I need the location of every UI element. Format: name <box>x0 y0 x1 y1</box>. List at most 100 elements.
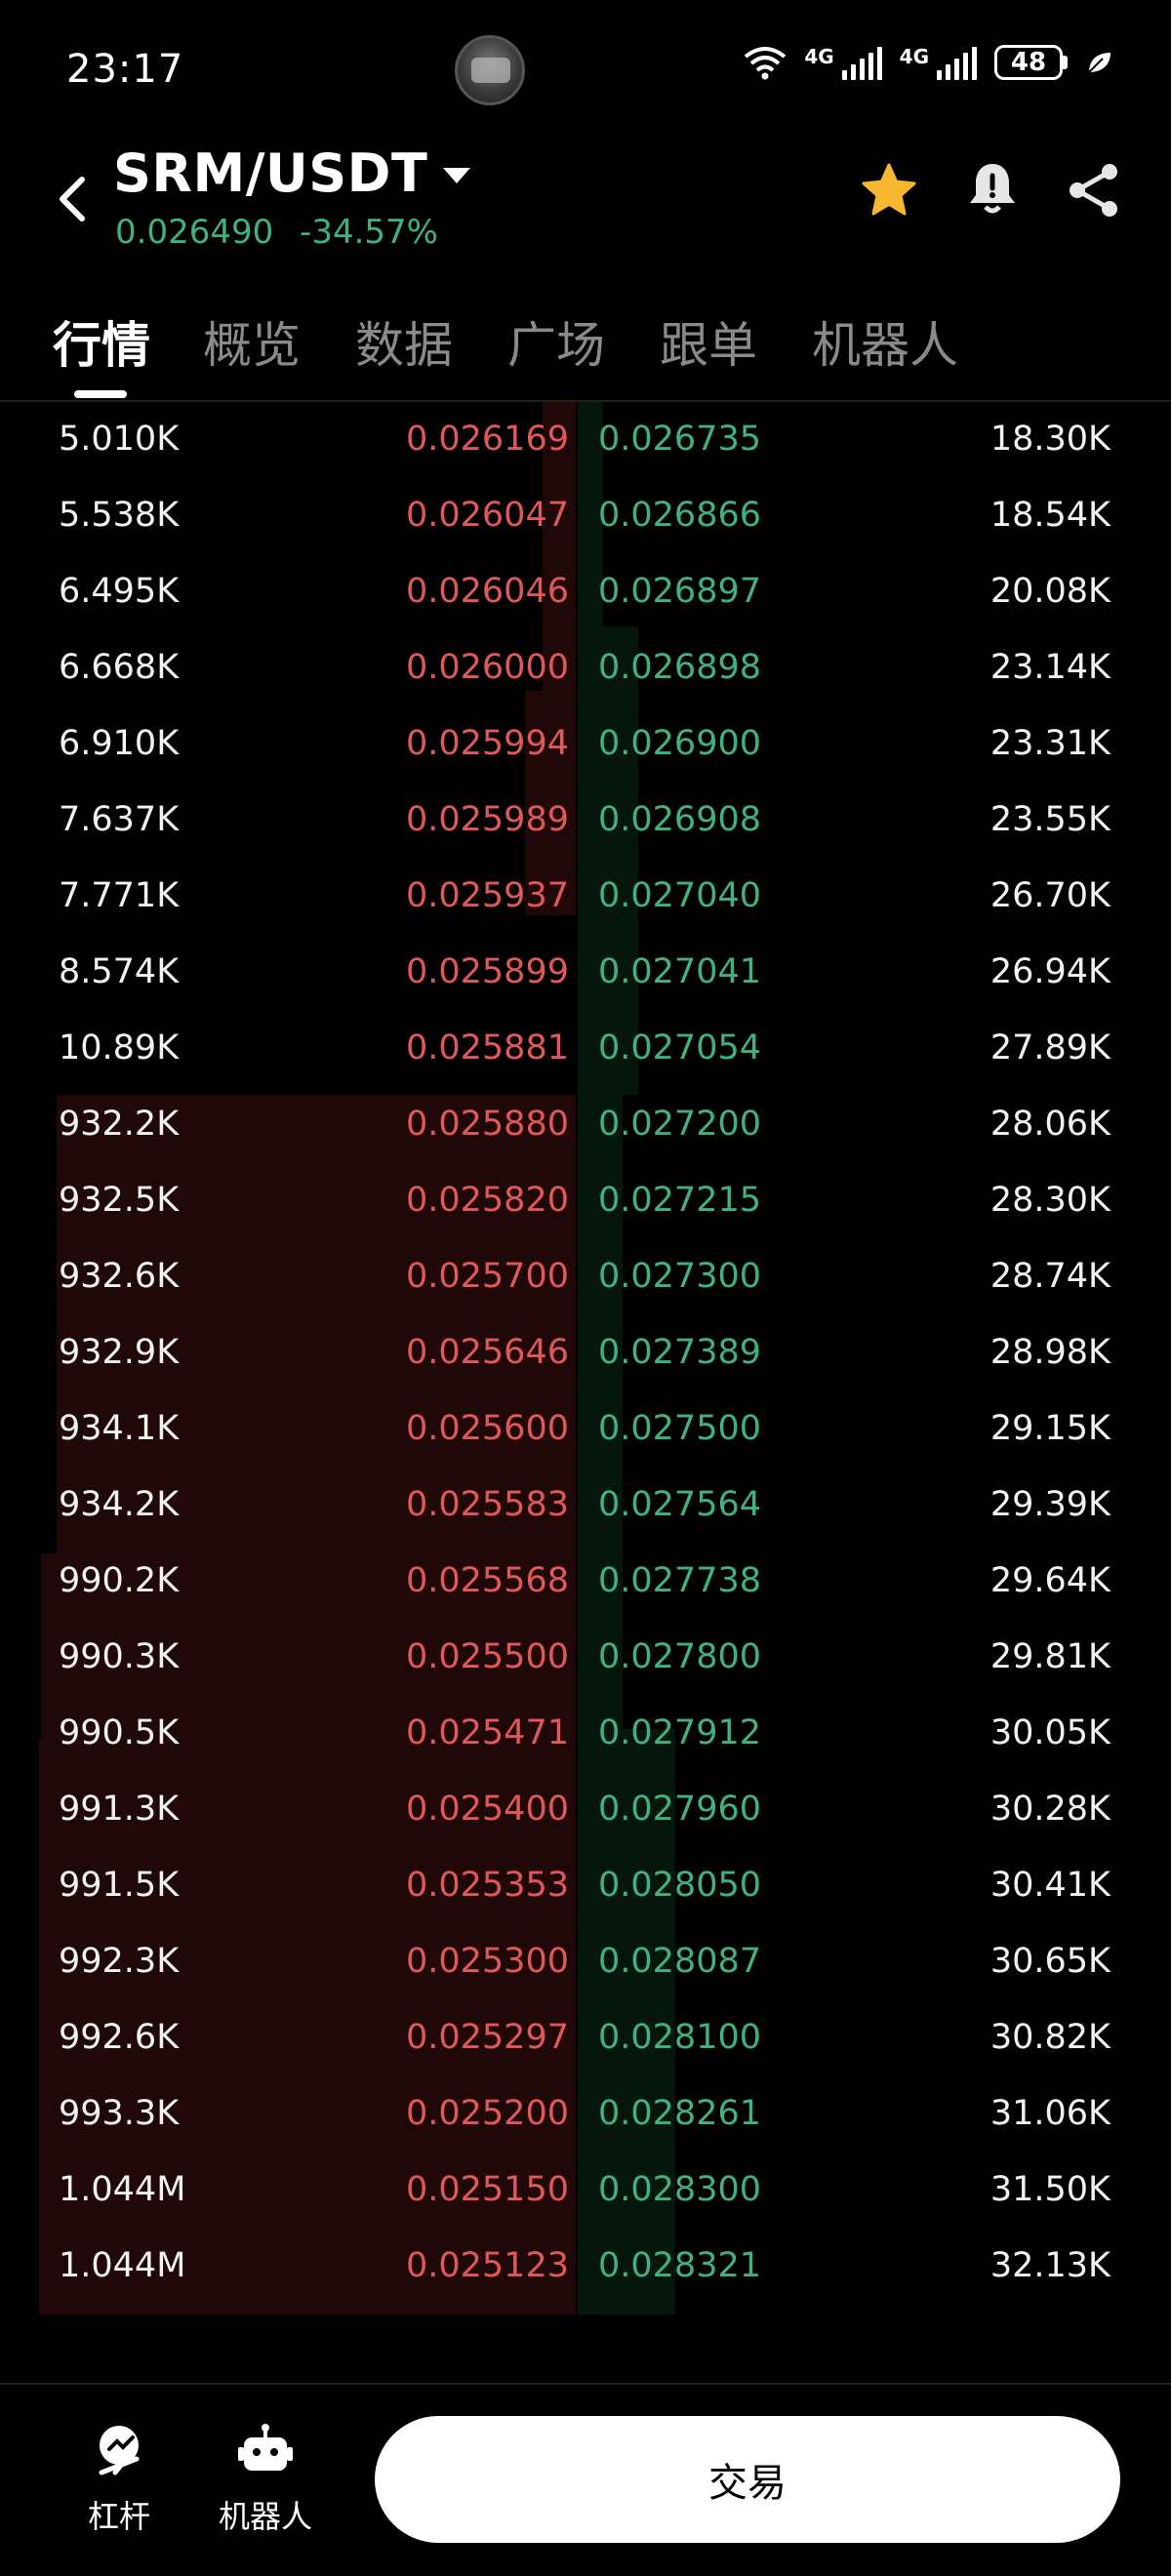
ask-quantity: 30.28K <box>989 1790 1110 1829</box>
bid-price: 0.025994 <box>405 724 569 763</box>
order-book-row[interactable]: 932.9K 0.025646 0.027389 28.98K <box>0 1315 1171 1391</box>
bid-quantity: 6.668K <box>59 648 180 687</box>
order-book-row[interactable]: 7.771K 0.025937 0.027040 26.70K <box>0 859 1171 935</box>
bid-quantity: 932.6K <box>59 1257 180 1296</box>
ask-price: 0.027300 <box>598 1257 762 1296</box>
share-icon[interactable] <box>1064 160 1124 221</box>
bid-quantity: 932.2K <box>59 1105 180 1144</box>
tab-market[interactable]: 行情 <box>53 306 150 377</box>
bid-price: 0.025700 <box>405 1257 569 1296</box>
ask-price: 0.026900 <box>598 724 762 763</box>
ask-quantity: 27.89K <box>989 1028 1110 1067</box>
ask-quantity: 29.15K <box>989 1409 1110 1448</box>
ask-quantity: 30.65K <box>989 1942 1110 1981</box>
bid-price: 0.025297 <box>405 2018 569 2057</box>
bid-price: 0.025646 <box>405 1333 569 1372</box>
ask-price: 0.027054 <box>598 1028 762 1067</box>
status-bar: 23:17 4G 4G 48 <box>0 0 1171 137</box>
back-arrow-icon[interactable] <box>53 172 92 226</box>
ask-price: 0.027389 <box>598 1333 762 1372</box>
order-book-row[interactable]: 932.2K 0.025880 0.027200 28.06K <box>0 1087 1171 1163</box>
price-alert-bell-icon[interactable] <box>962 158 1023 219</box>
ask-quantity: 31.50K <box>989 2170 1110 2209</box>
ask-quantity: 18.54K <box>989 496 1110 535</box>
floating-avatar-icon[interactable] <box>455 35 525 105</box>
bid-price: 0.025880 <box>405 1105 569 1144</box>
bid-quantity: 992.6K <box>59 2018 180 2057</box>
order-book-row[interactable]: 934.2K 0.025583 0.027564 29.39K <box>0 1468 1171 1544</box>
bot-button[interactable]: 机器人 <box>207 2420 324 2537</box>
ask-price: 0.028050 <box>598 1866 762 1905</box>
order-book-row[interactable]: 8.574K 0.025899 0.027041 26.94K <box>0 935 1171 1011</box>
order-book-row[interactable]: 993.3K 0.025200 0.028261 31.06K <box>0 2076 1171 2153</box>
ask-quantity: 29.39K <box>989 1485 1110 1524</box>
order-book-row[interactable]: 990.3K 0.025500 0.027800 29.81K <box>0 1620 1171 1696</box>
bid-price: 0.025937 <box>405 876 569 915</box>
order-book-row[interactable]: 932.5K 0.025820 0.027215 28.30K <box>0 1163 1171 1239</box>
order-book-row[interactable]: 990.2K 0.025568 0.027738 29.64K <box>0 1544 1171 1620</box>
signal-2-icon: 4G <box>900 45 977 80</box>
order-book-row[interactable]: 10.89K 0.025881 0.027054 27.89K <box>0 1011 1171 1087</box>
order-book-row[interactable]: 6.668K 0.026000 0.026898 23.14K <box>0 630 1171 706</box>
order-book-row[interactable]: 1.044M 0.025150 0.028300 31.50K <box>0 2153 1171 2229</box>
ask-price: 0.026897 <box>598 572 762 611</box>
order-book-row[interactable]: 990.5K 0.025471 0.027912 30.05K <box>0 1696 1171 1772</box>
tab-bots[interactable]: 机器人 <box>812 306 958 377</box>
ask-quantity: 28.30K <box>989 1181 1110 1220</box>
wifi-icon <box>745 47 787 80</box>
order-book-row[interactable]: 992.6K 0.025297 0.028100 30.82K <box>0 2000 1171 2076</box>
bid-price: 0.025583 <box>405 1485 569 1524</box>
ask-quantity: 26.94K <box>989 952 1110 991</box>
order-book-row[interactable]: 1.044M 0.025123 0.028321 32.13K <box>0 2229 1171 2305</box>
order-book-row[interactable]: 5.010K 0.026169 0.026735 18.30K <box>0 402 1171 478</box>
bid-price: 0.025500 <box>405 1637 569 1676</box>
tab-copy-trading[interactable]: 跟单 <box>660 306 757 377</box>
ask-price: 0.028261 <box>598 2094 762 2133</box>
bid-quantity: 934.1K <box>59 1409 180 1448</box>
order-book-row[interactable]: 6.495K 0.026046 0.026897 20.08K <box>0 554 1171 630</box>
order-book-row[interactable]: 6.910K 0.025994 0.026900 23.31K <box>0 706 1171 783</box>
bid-quantity: 990.3K <box>59 1637 180 1676</box>
tab-data[interactable]: 数据 <box>355 306 453 377</box>
bid-price: 0.025899 <box>405 952 569 991</box>
bid-price: 0.026047 <box>405 496 569 535</box>
leverage-button[interactable]: 杠杆 <box>61 2420 178 2537</box>
order-book-row[interactable]: 992.3K 0.025300 0.028087 30.65K <box>0 1924 1171 2000</box>
ask-price: 0.026908 <box>598 800 762 839</box>
battery-icon: 48 <box>994 45 1068 80</box>
ask-price: 0.026866 <box>598 496 762 535</box>
order-book-row[interactable]: 932.6K 0.025700 0.027300 28.74K <box>0 1239 1171 1315</box>
ask-quantity: 32.13K <box>989 2246 1110 2285</box>
ask-quantity: 23.55K <box>989 800 1110 839</box>
order-book-row[interactable]: 5.538K 0.026047 0.026866 18.54K <box>0 478 1171 554</box>
order-book-row[interactable]: 934.1K 0.025600 0.027500 29.15K <box>0 1391 1171 1468</box>
ask-price: 0.026735 <box>598 420 762 459</box>
ask-price: 0.027912 <box>598 1713 762 1752</box>
bid-price: 0.025353 <box>405 1866 569 1905</box>
tab-square[interactable]: 广场 <box>507 306 605 377</box>
bid-quantity: 10.89K <box>59 1028 180 1067</box>
ask-price: 0.027500 <box>598 1409 762 1448</box>
bot-label: 机器人 <box>218 2498 312 2535</box>
order-book-row[interactable]: 7.637K 0.025989 0.026908 23.55K <box>0 783 1171 859</box>
ask-price: 0.028100 <box>598 2018 762 2057</box>
last-price: 0.026490 <box>115 213 274 252</box>
pair-selector[interactable]: SRM/USDT <box>113 142 471 204</box>
leverage-label: 杠杆 <box>87 2498 150 2535</box>
ask-quantity: 23.31K <box>989 724 1110 763</box>
change-percent: -34.57% <box>300 213 438 252</box>
bid-price: 0.025820 <box>405 1181 569 1220</box>
bid-quantity: 7.637K <box>59 800 180 839</box>
order-book-row[interactable]: 991.5K 0.025353 0.028050 30.41K <box>0 1848 1171 1924</box>
bid-quantity: 991.3K <box>59 1790 180 1829</box>
bid-price: 0.026169 <box>405 420 569 459</box>
order-book-row[interactable]: 991.3K 0.025400 0.027960 30.28K <box>0 1772 1171 1848</box>
bid-quantity: 932.9K <box>59 1333 180 1372</box>
active-tab-indicator <box>74 390 127 398</box>
trade-button[interactable]: 交易 <box>375 2416 1120 2543</box>
battery-level: 48 <box>994 45 1063 80</box>
status-icons: 4G 4G 48 <box>744 45 1112 80</box>
ask-quantity: 28.06K <box>989 1105 1110 1144</box>
tab-overview[interactable]: 概览 <box>203 306 301 377</box>
favorite-star-icon[interactable] <box>859 160 919 221</box>
